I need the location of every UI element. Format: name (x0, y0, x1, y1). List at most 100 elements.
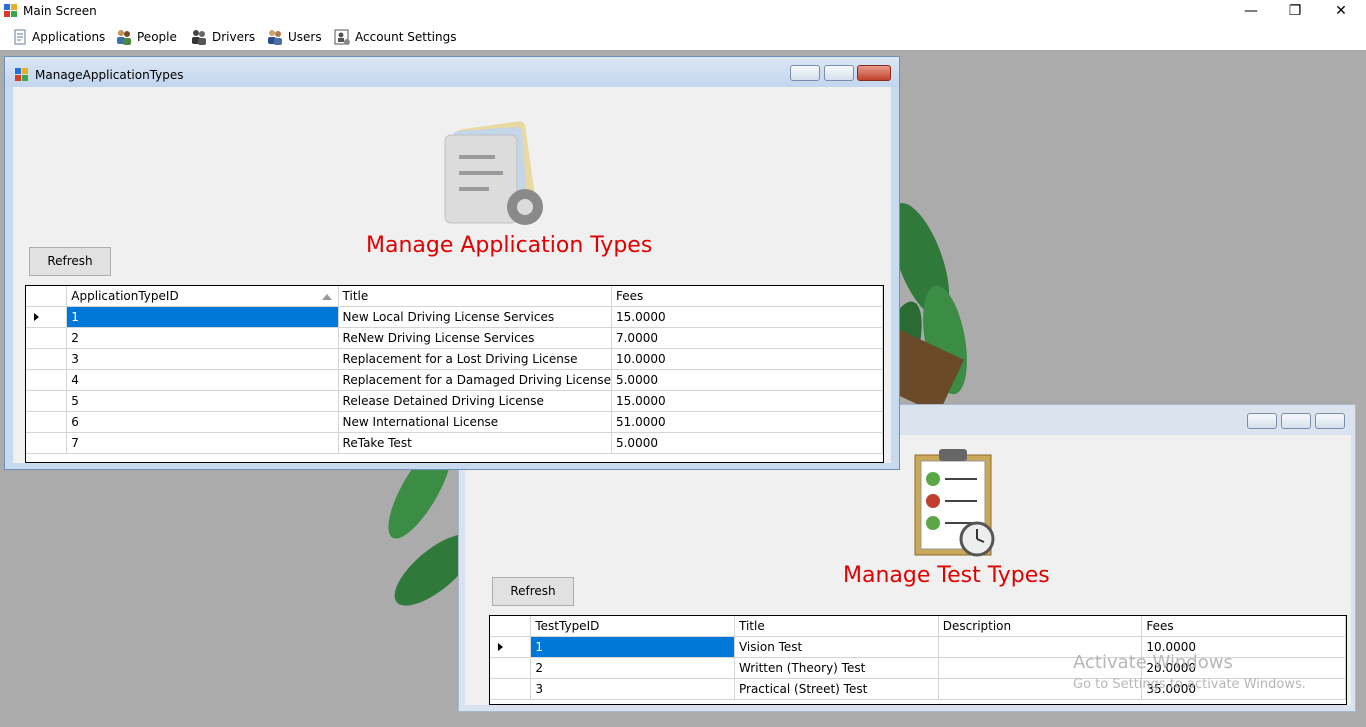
table-cell[interactable]: ReTake Test (338, 432, 612, 454)
app-types-client-area: Manage Application Types Refresh Applica… (13, 87, 891, 463)
table-cell[interactable]: Written (Theory) Test (734, 657, 939, 679)
menu-applications-label: Applications (32, 30, 106, 44)
table-row[interactable]: 1 New Local Driving License Services 15.… (26, 306, 883, 328)
drivers-icon (192, 30, 206, 45)
app-types-minimize-button[interactable] (790, 65, 820, 81)
menu-applications[interactable]: Applications (12, 27, 105, 47)
app-icon (4, 4, 17, 17)
app-types-grid: ApplicationTypeID Title Fees 1 New Local… (25, 285, 884, 463)
table-row[interactable]: 5 Release Detained Driving License 15.00… (26, 390, 883, 412)
table-cell[interactable]: Practical (Street) Test (734, 678, 939, 700)
current-row-arrow-icon (498, 642, 503, 651)
row-header[interactable] (490, 678, 532, 700)
table-cell[interactable]: 2 (530, 657, 735, 679)
current-row-arrow-icon (34, 312, 39, 321)
app-types-refresh-button[interactable]: Refresh (29, 247, 111, 276)
column-header-fees[interactable]: Fees (611, 286, 883, 307)
menu-users-label: Users (288, 30, 322, 44)
clipboard-checklist-icon (914, 449, 995, 557)
sort-ascending-icon (321, 294, 332, 300)
table-row[interactable]: 6 New International License 51.0000 (26, 411, 883, 433)
table-cell[interactable]: 7 (66, 432, 339, 454)
activate-windows-subtext: Go to Settings to activate Windows. (1073, 677, 1306, 692)
table-cell[interactable]: 2 (66, 327, 339, 349)
row-header[interactable] (26, 390, 68, 412)
table-cell[interactable]: 4 (66, 369, 339, 391)
column-header-title[interactable]: Title (734, 616, 939, 637)
row-header[interactable] (490, 636, 532, 658)
row-header[interactable] (26, 432, 68, 454)
activate-windows-watermark: Activate Windows (1073, 652, 1233, 673)
menu-users[interactable]: Users (266, 27, 322, 47)
table-row[interactable]: 4 Replacement for a Damaged Driving Lice… (26, 369, 883, 391)
minimize-button[interactable]: — (1228, 0, 1274, 23)
app-types-heading: Manage Application Types (366, 233, 653, 258)
restore-button[interactable]: ❐ (1272, 0, 1318, 23)
table-cell[interactable]: 5 (66, 390, 339, 412)
table-cell[interactable]: 15.0000 (611, 306, 883, 328)
row-header[interactable] (26, 348, 68, 370)
test-types-header-row: TestTypeID Title Description Fees (490, 616, 1346, 637)
table-row[interactable]: 2 ReNew Driving License Services 7.0000 (26, 327, 883, 349)
test-types-close-button[interactable] (1315, 413, 1345, 429)
menu-people-label: People (137, 30, 177, 44)
column-header-applicationtypeid[interactable]: ApplicationTypeID (66, 286, 339, 307)
app-types-caption-bar: ManageApplicationTypes (5, 57, 899, 87)
test-types-minimize-button[interactable] (1247, 413, 1277, 429)
table-cell[interactable]: New International License (338, 411, 612, 433)
users-icon (268, 30, 282, 45)
row-header[interactable] (26, 306, 68, 328)
table-row[interactable]: 3 Replacement for a Lost Driving License… (26, 348, 883, 370)
test-types-heading: Manage Test Types (843, 563, 1050, 588)
table-cell[interactable]: 3 (530, 678, 735, 700)
column-header-title[interactable]: Title (338, 286, 612, 307)
main-title-bar: Main Screen — ❐ ✕ (0, 0, 1366, 23)
close-button[interactable]: ✕ (1318, 0, 1364, 23)
app-types-close-button[interactable] (857, 65, 891, 81)
column-header-description[interactable]: Description (938, 616, 1143, 637)
menu-account-settings-label: Account Settings (355, 30, 457, 44)
test-types-refresh-button[interactable]: Refresh (492, 577, 574, 606)
table-cell[interactable]: ReNew Driving License Services (338, 327, 612, 349)
table-cell[interactable]: Replacement for a Damaged Driving Licens… (338, 369, 612, 391)
table-cell[interactable]: 3 (66, 348, 339, 370)
table-cell[interactable]: 51.0000 (611, 411, 883, 433)
menu-drivers[interactable]: Drivers (190, 27, 255, 47)
table-cell[interactable]: 1 (530, 636, 735, 658)
test-types-maximize-button[interactable] (1281, 413, 1311, 429)
app-icon (15, 68, 28, 81)
column-header-label: ApplicationTypeID (71, 288, 179, 303)
row-header[interactable] (26, 327, 68, 349)
row-header[interactable] (26, 369, 68, 391)
table-cell[interactable]: 10.0000 (611, 348, 883, 370)
app-types-maximize-button[interactable] (824, 65, 854, 81)
window-title: Main Screen (23, 4, 97, 18)
row-header-corner (26, 286, 68, 307)
column-header-fees[interactable]: Fees (1141, 616, 1346, 637)
account-settings-icon (334, 29, 350, 45)
table-cell[interactable]: 5.0000 (611, 432, 883, 454)
menu-account-settings[interactable]: Account Settings (333, 27, 456, 47)
row-header[interactable] (26, 411, 68, 433)
menu-bar: Applications People Drivers Users Accoun… (0, 23, 1366, 50)
table-cell[interactable]: New Local Driving License Services (338, 306, 612, 328)
document-icon (14, 29, 26, 45)
column-header-testtypeid[interactable]: TestTypeID (530, 616, 735, 637)
table-cell[interactable]: Vision Test (734, 636, 939, 658)
document-settings-icon (444, 121, 543, 225)
table-row[interactable]: 7 ReTake Test 5.0000 (26, 432, 883, 454)
app-types-header-row: ApplicationTypeID Title Fees (26, 286, 883, 307)
menu-people[interactable]: People (115, 27, 177, 47)
table-cell[interactable]: Release Detained Driving License (338, 390, 612, 412)
people-icon (117, 30, 131, 45)
row-header[interactable] (490, 657, 532, 679)
table-cell[interactable]: 1 (66, 306, 339, 328)
row-header-corner (490, 616, 532, 637)
menu-drivers-label: Drivers (212, 30, 256, 44)
table-cell[interactable]: 7.0000 (611, 327, 883, 349)
table-cell[interactable]: 15.0000 (611, 390, 883, 412)
table-cell[interactable]: Replacement for a Lost Driving License (338, 348, 612, 370)
table-cell[interactable]: 5.0000 (611, 369, 883, 391)
table-cell[interactable]: 6 (66, 411, 339, 433)
app-types-window-title: ManageApplicationTypes (35, 68, 184, 82)
